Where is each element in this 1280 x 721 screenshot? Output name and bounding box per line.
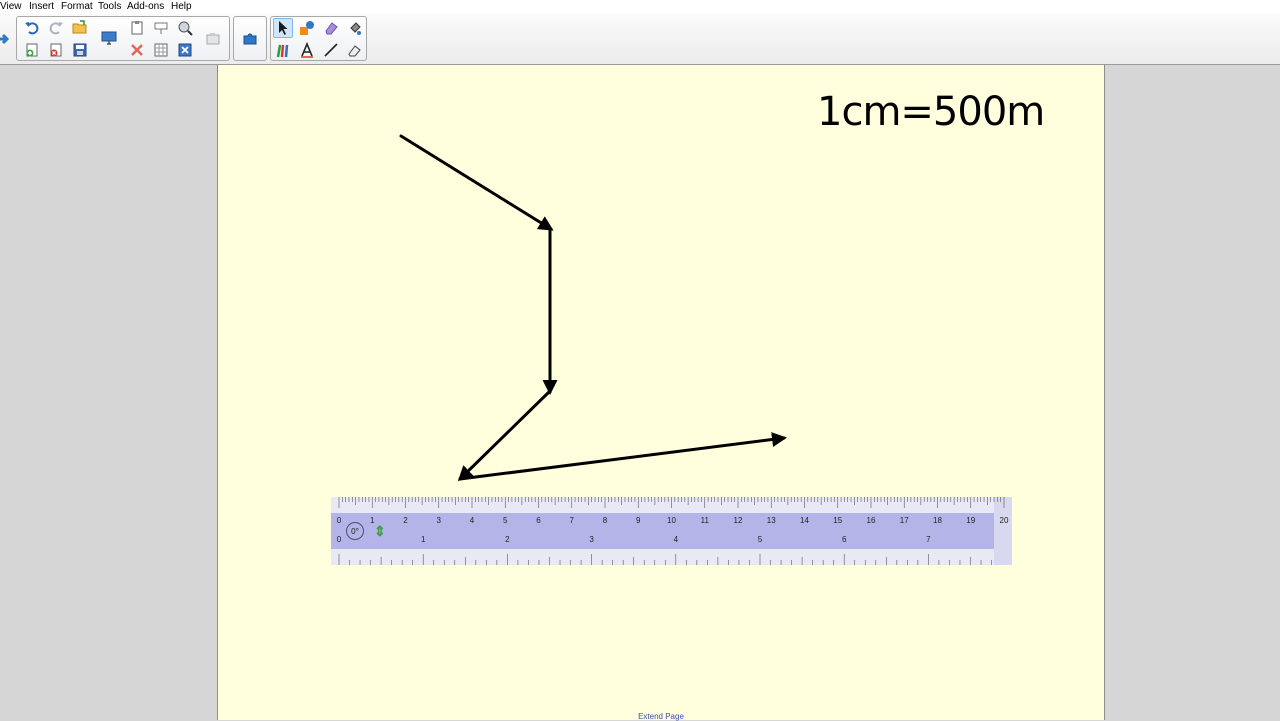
ruler-cm-label: 0 xyxy=(337,516,342,525)
add-ons-group xyxy=(233,16,267,61)
route-segment-4[interactable] xyxy=(458,432,787,481)
ruler-inch-label: 7 xyxy=(926,535,931,544)
ruler-scale: 0 1 2 3 4 5 6 7 8 9 10 11 12 13 14 15 16 17 18 19 20 0123456… xyxy=(331,497,1012,565)
menu-view[interactable]: View xyxy=(0,1,22,12)
capture-icon[interactable] xyxy=(203,29,223,49)
pens-icon[interactable] xyxy=(273,40,293,60)
select-pointer-icon[interactable] xyxy=(273,18,293,38)
shapes-icon[interactable] xyxy=(297,18,317,38)
route-segment-1[interactable] xyxy=(399,134,554,231)
ruler-cm-label: 3 xyxy=(437,516,442,525)
magic-eraser-icon[interactable] xyxy=(345,40,365,60)
flip-arrows-icon[interactable]: ⇕ xyxy=(374,522,386,540)
magic-ink-icon[interactable] xyxy=(175,18,195,38)
menu-bar: View Insert Format Tools Add-ons Help xyxy=(0,0,1280,14)
ruler-cm-label: 4 xyxy=(470,516,475,525)
menu-add-ons[interactable]: Add-ons xyxy=(127,1,164,12)
ruler-cm-label: 13 xyxy=(767,516,776,525)
ruler-inch-label: 1 xyxy=(421,535,426,544)
ruler-cm-label: 11 xyxy=(701,516,710,525)
add-ons-puzzle-icon[interactable] xyxy=(240,28,260,48)
ruler-cm-label: 17 xyxy=(900,516,909,525)
route-segment-3[interactable] xyxy=(457,389,552,482)
text-icon[interactable] xyxy=(297,40,317,60)
ruler-tool[interactable]: 0 1 2 3 4 5 6 7 8 9 10 11 12 13 14 15 16 17 18 19 20 0123456… xyxy=(331,497,1012,565)
menu-insert[interactable]: Insert xyxy=(29,1,54,12)
page-canvas[interactable]: 1cm=500m 0 1 2 3 4 5 6 7 8 9 10 11 12 13 14 15 16 17 18 19 2… xyxy=(217,65,1105,721)
delete-page-icon[interactable] xyxy=(46,40,66,60)
rotate-handle[interactable]: 0° xyxy=(346,522,364,540)
main-tools-group xyxy=(16,16,230,61)
display-icon[interactable] xyxy=(99,28,119,48)
cut-delete-icon[interactable] xyxy=(127,40,147,60)
ruler-inch-label: 5 xyxy=(758,535,763,544)
navigate-arrow-icon[interactable] xyxy=(0,29,14,49)
ruler-cm-label: 7 xyxy=(570,516,575,525)
ruler-inch-label: 3 xyxy=(589,535,594,544)
line-icon[interactable] xyxy=(321,40,341,60)
ruler-cm-label: 5 xyxy=(503,516,508,525)
ruler-cm-label: 20 xyxy=(1000,516,1009,525)
eraser-icon[interactable] xyxy=(321,18,341,38)
new-page-icon[interactable] xyxy=(22,40,42,60)
redo-icon[interactable] xyxy=(46,18,66,38)
ruler-cm-label: 8 xyxy=(603,516,608,525)
drawing-layer xyxy=(399,134,787,482)
ruler-cm-label: 15 xyxy=(833,516,842,525)
ruler-cm-label: 19 xyxy=(966,516,975,525)
menu-format[interactable]: Format xyxy=(61,1,93,12)
ruler-cm-label: 16 xyxy=(867,516,876,525)
ruler-inch-label: 4 xyxy=(674,535,679,544)
ruler-cm-label: 9 xyxy=(636,516,641,525)
screen-shade-icon[interactable] xyxy=(151,18,171,38)
ruler-inch-label: 2 xyxy=(505,535,510,544)
ruler-cm-label: 12 xyxy=(734,516,743,525)
ruler-cm-label: 2 xyxy=(403,516,408,525)
table-icon[interactable] xyxy=(151,40,171,60)
paste-icon[interactable] xyxy=(127,18,147,38)
toolbar xyxy=(0,14,1280,65)
menu-tools[interactable]: Tools xyxy=(98,1,121,12)
open-folder-icon[interactable] xyxy=(70,18,90,38)
ruler-cm-label: 18 xyxy=(933,516,942,525)
ruler-inch-label: 0 xyxy=(337,535,342,544)
menu-help[interactable]: Help xyxy=(171,1,192,12)
drawing-tools-group xyxy=(270,16,367,61)
ruler-cm-label: 14 xyxy=(800,516,809,525)
ruler-cm-label: 10 xyxy=(667,516,676,525)
ruler-cm-label: 6 xyxy=(536,516,541,525)
ruler-inch-label: 6 xyxy=(842,535,847,544)
undo-icon[interactable] xyxy=(22,18,42,38)
close-box-icon[interactable] xyxy=(175,40,195,60)
fill-icon[interactable] xyxy=(345,18,365,38)
save-icon[interactable] xyxy=(70,40,90,60)
